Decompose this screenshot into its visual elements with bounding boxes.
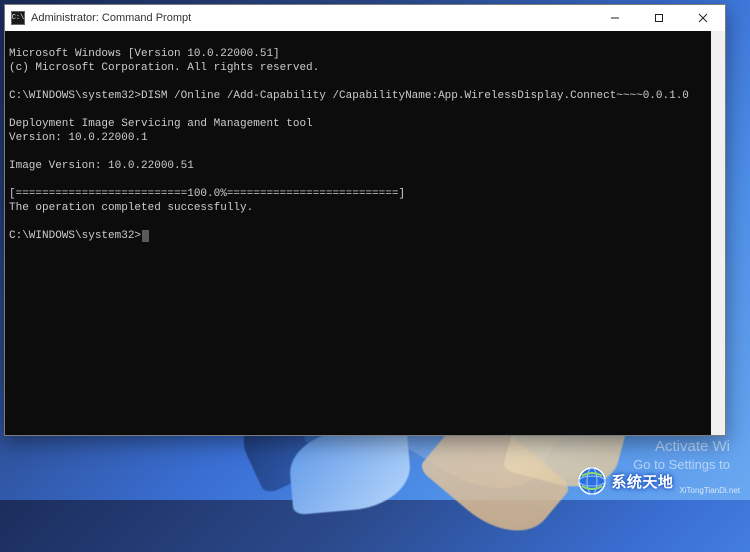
- site-watermark: 系统天地 XiTongTianDi.net: [577, 466, 740, 496]
- console-prompt: C:\WINDOWS\system32>: [9, 230, 141, 242]
- maximize-button[interactable]: [637, 5, 681, 31]
- console-line: (c) Microsoft Corporation. All rights re…: [9, 62, 319, 74]
- console-area[interactable]: Microsoft Windows [Version 10.0.22000.51…: [5, 31, 725, 435]
- minimize-button[interactable]: [593, 5, 637, 31]
- console-line: Image Version: 10.0.22000.51: [9, 160, 194, 172]
- cursor: [142, 230, 149, 242]
- window-controls: [593, 5, 725, 31]
- close-button[interactable]: [681, 5, 725, 31]
- console-line: Microsoft Windows [Version 10.0.22000.51…: [9, 48, 280, 60]
- minimize-icon: [610, 13, 620, 23]
- scrollbar[interactable]: [711, 31, 725, 435]
- watermark-globe-icon: [577, 466, 607, 496]
- console-line: Deployment Image Servicing and Managemen…: [9, 118, 313, 130]
- titlebar[interactable]: C:\ Administrator: Command Prompt: [5, 5, 725, 31]
- close-icon: [698, 13, 708, 23]
- maximize-icon: [654, 13, 664, 23]
- console-line: [==========================100.0%=======…: [9, 188, 405, 200]
- console-line: The operation completed successfully.: [9, 202, 253, 214]
- watermark-url: XiTongTianDi.net: [679, 486, 740, 496]
- console-line: C:\WINDOWS\system32>DISM /Online /Add-Ca…: [9, 90, 689, 102]
- console-line: Version: 10.0.22000.1: [9, 132, 148, 144]
- window-title: Administrator: Command Prompt: [31, 12, 191, 24]
- command-prompt-window: C:\ Administrator: Command Prompt Micros…: [4, 4, 726, 436]
- activate-line1: Activate Wi: [633, 438, 730, 455]
- cmd-icon: C:\: [11, 11, 25, 25]
- watermark-brand: 系统天地: [611, 471, 673, 492]
